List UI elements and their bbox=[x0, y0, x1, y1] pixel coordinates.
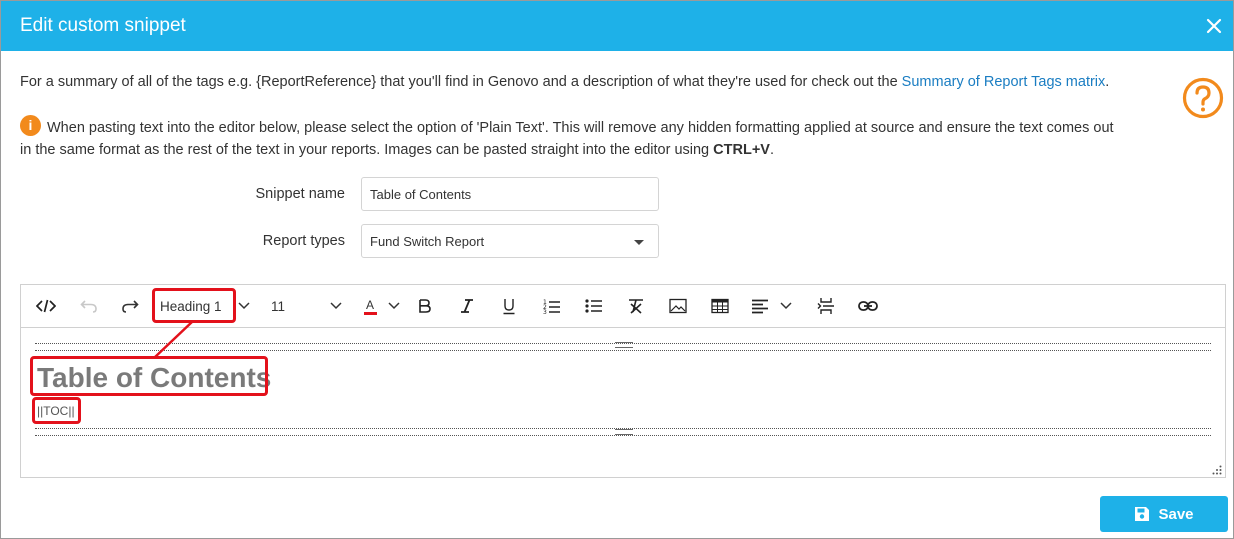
paste-instructions-line1: When pasting text into the editor below,… bbox=[47, 120, 1114, 136]
close-icon[interactable] bbox=[1205, 17, 1223, 35]
redo-icon[interactable] bbox=[119, 294, 141, 318]
edit-snippet-dialog: Edit custom snippet For a summary of all… bbox=[0, 0, 1234, 539]
chevron-down-icon[interactable] bbox=[387, 294, 401, 318]
save-button[interactable]: Save bbox=[1100, 496, 1228, 532]
font-color-letter: A bbox=[365, 297, 374, 312]
snippet-name-value: Table of Contents bbox=[370, 187, 472, 202]
paste-instructions-line2: in the same format as the rest of the te… bbox=[20, 142, 714, 158]
paste-instructions-suffix: . bbox=[769, 142, 774, 158]
chevron-down-icon[interactable] bbox=[237, 294, 251, 318]
chevron-down-icon bbox=[634, 240, 644, 245]
paste-instructions: When pasting text into the editor below,… bbox=[20, 117, 1177, 161]
summary-tags-link[interactable]: Summary of Report Tags matrix bbox=[902, 74, 1106, 90]
svg-text:3: 3 bbox=[543, 309, 547, 314]
tags-summary-prefix: For a summary of all of the tags e.g. {R… bbox=[20, 74, 902, 90]
image-icon[interactable] bbox=[667, 294, 689, 318]
report-types-value: Fund Switch Report bbox=[370, 234, 485, 249]
chevron-down-icon[interactable] bbox=[329, 294, 343, 318]
bullet-list-icon[interactable] bbox=[583, 294, 605, 318]
highlight-toc-tag bbox=[32, 397, 81, 424]
source-code-icon[interactable] bbox=[35, 294, 57, 318]
font-size-select[interactable]: 11 bbox=[271, 294, 301, 318]
link-icon[interactable] bbox=[857, 294, 879, 318]
tags-summary-text: For a summary of all of the tags e.g. {R… bbox=[20, 74, 1109, 90]
save-icon bbox=[1135, 507, 1150, 521]
tags-summary-suffix: . bbox=[1105, 74, 1110, 90]
info-icon: i bbox=[20, 115, 41, 136]
paste-shortcut: CTRL+V bbox=[713, 142, 770, 158]
highlight-block-format bbox=[152, 288, 236, 323]
section-divider-bottom-2 bbox=[35, 435, 1211, 436]
clear-format-icon[interactable] bbox=[625, 294, 647, 318]
annotation-connector bbox=[153, 320, 194, 359]
numbered-list-icon[interactable]: 123 bbox=[541, 294, 563, 318]
font-color-swatch bbox=[363, 311, 377, 315]
drag-handle[interactable] bbox=[615, 342, 633, 348]
font-size-value: 11 bbox=[271, 298, 286, 314]
font-color-button[interactable]: A bbox=[362, 294, 378, 318]
dialog-header: Edit custom snippet bbox=[1, 1, 1233, 51]
highlight-heading bbox=[30, 356, 268, 396]
snippet-name-input[interactable]: Table of Contents bbox=[361, 177, 659, 211]
help-icon[interactable] bbox=[1182, 77, 1224, 119]
dialog-title: Edit custom snippet bbox=[20, 15, 186, 36]
page-break-icon[interactable] bbox=[815, 294, 837, 318]
chevron-down-icon[interactable] bbox=[779, 294, 793, 318]
underline-icon[interactable] bbox=[499, 294, 519, 318]
bold-icon[interactable] bbox=[415, 294, 435, 318]
table-icon[interactable] bbox=[709, 294, 731, 318]
report-types-label: Report types bbox=[262, 233, 345, 249]
report-types-select[interactable]: Fund Switch Report bbox=[361, 224, 659, 258]
italic-icon[interactable] bbox=[457, 294, 477, 318]
save-label: Save bbox=[1158, 505, 1194, 523]
snippet-name-label: Snippet name bbox=[255, 186, 345, 202]
undo-icon[interactable] bbox=[78, 294, 100, 318]
align-icon[interactable] bbox=[749, 294, 771, 318]
resize-handle-icon[interactable] bbox=[1212, 465, 1222, 475]
